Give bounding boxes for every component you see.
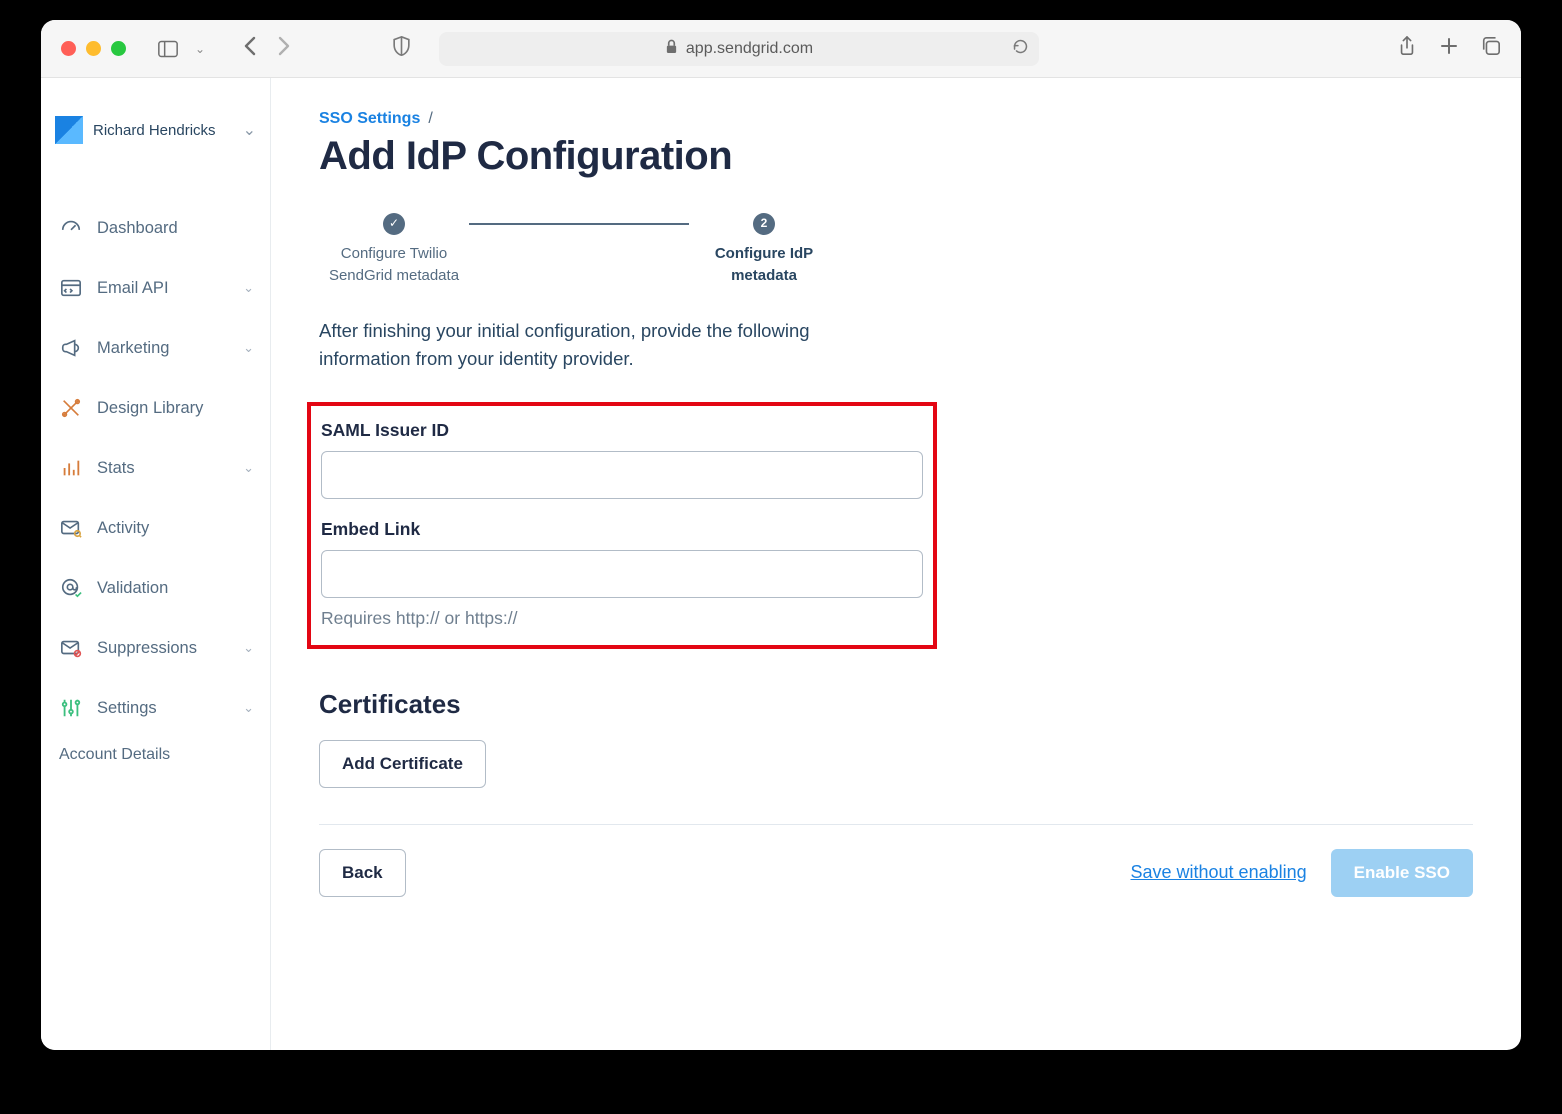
privacy-shield-icon[interactable] <box>392 35 411 62</box>
sidebar-toggle-button[interactable] <box>154 35 182 63</box>
step-number-badge: 2 <box>753 213 775 235</box>
highlight-idp-fields: SAML Issuer ID Embed Link Requires http:… <box>307 402 937 649</box>
sidebar-item-stats[interactable]: Stats ⌄ <box>41 438 270 498</box>
chevron-down-icon: ⌄ <box>243 640 254 656</box>
envelope-search-icon <box>59 516 83 540</box>
intro-text: After finishing your initial configurati… <box>319 317 879 374</box>
lock-icon <box>665 39 678 59</box>
stepper: Configure Twilio SendGrid metadata 2 Con… <box>319 213 839 287</box>
sidebar-item-activity[interactable]: Activity <box>41 498 270 558</box>
bar-chart-icon <box>59 456 83 480</box>
step-1: Configure Twilio SendGrid metadata <box>319 213 469 287</box>
chevron-down-icon: ⌄ <box>243 460 254 476</box>
address-bar[interactable]: app.sendgrid.com <box>439 32 1039 66</box>
check-icon <box>383 213 405 235</box>
design-tools-icon <box>59 396 83 420</box>
sidebar-sublink-account-details[interactable]: Account Details <box>41 738 270 772</box>
sidebar-item-label: Design Library <box>97 399 203 418</box>
close-window-button[interactable] <box>61 41 76 56</box>
minimize-window-button[interactable] <box>86 41 101 56</box>
forward-button[interactable] <box>276 36 292 62</box>
sidebar-item-marketing[interactable]: Marketing ⌄ <box>41 318 270 378</box>
page-title: Add IdP Configuration <box>319 134 1473 179</box>
main-panel: SSO Settings / Add IdP Configuration Con… <box>271 78 1521 1050</box>
add-certificate-button[interactable]: Add Certificate <box>319 740 486 788</box>
back-button[interactable] <box>242 36 258 62</box>
enable-sso-button[interactable]: Enable SSO <box>1331 849 1473 897</box>
step-label-line: Configure IdP <box>715 243 813 265</box>
window-controls <box>61 41 126 56</box>
step-2: 2 Configure IdP metadata <box>689 213 839 287</box>
chevron-down-icon: ⌄ <box>243 280 254 296</box>
breadcrumb-parent-link[interactable]: SSO Settings <box>319 110 420 128</box>
url-host: app.sendgrid.com <box>686 40 813 58</box>
sidebar-item-dashboard[interactable]: Dashboard <box>41 198 270 258</box>
avatar <box>55 116 83 144</box>
sidebar-item-label: Email API <box>97 279 169 298</box>
app-content: Richard Hendricks ⌄ Dashboard Email API … <box>41 78 1521 1050</box>
sidebar-item-label: Marketing <box>97 339 169 358</box>
share-button[interactable] <box>1397 36 1417 61</box>
browser-window: ⌄ app.sendgrid.com <box>41 20 1521 1050</box>
step-label-line: SendGrid metadata <box>329 265 459 287</box>
code-window-icon <box>59 276 83 300</box>
form-footer: Back Save without enabling Enable SSO <box>319 824 1473 927</box>
chevron-down-icon: ⌄ <box>243 340 254 356</box>
field-hint: Requires http:// or https:// <box>321 608 923 629</box>
breadcrumb-separator: / <box>428 110 432 128</box>
saml-issuer-id-input[interactable] <box>321 451 923 499</box>
sliders-icon <box>59 696 83 720</box>
field-label: Embed Link <box>321 519 923 540</box>
sidebar-item-label: Stats <box>97 459 135 478</box>
sidebar-item-label: Suppressions <box>97 639 197 658</box>
titlebar: ⌄ app.sendgrid.com <box>41 20 1521 78</box>
sidebar-item-validation[interactable]: Validation <box>41 558 270 618</box>
step-label-line: Configure Twilio <box>341 243 447 265</box>
breadcrumb: SSO Settings / <box>319 110 1473 128</box>
field-saml-issuer-id: SAML Issuer ID <box>321 420 923 499</box>
sidebar-item-suppressions[interactable]: Suppressions ⌄ <box>41 618 270 678</box>
account-switcher[interactable]: Richard Hendricks ⌄ <box>41 110 270 150</box>
step-connector <box>469 223 689 225</box>
sidebar-menu-chevron-icon[interactable]: ⌄ <box>186 35 214 63</box>
embed-link-input[interactable] <box>321 550 923 598</box>
chevron-down-icon: ⌄ <box>243 120 256 140</box>
sidebar-item-settings[interactable]: Settings ⌄ <box>41 678 270 738</box>
save-without-enabling-link[interactable]: Save without enabling <box>1131 862 1307 883</box>
chevron-down-icon: ⌄ <box>243 700 254 716</box>
sidebar-item-label: Dashboard <box>97 219 178 238</box>
tabs-overview-button[interactable] <box>1481 36 1501 61</box>
envelope-blocked-icon <box>59 636 83 660</box>
sidebar-sublink-label: Account Details <box>59 746 170 763</box>
sidebar-item-label: Settings <box>97 699 157 718</box>
megaphone-icon <box>59 336 83 360</box>
at-check-icon <box>59 576 83 600</box>
sidebar-item-email-api[interactable]: Email API ⌄ <box>41 258 270 318</box>
user-name: Richard Hendricks <box>93 122 216 139</box>
field-label: SAML Issuer ID <box>321 420 923 441</box>
sidebar-item-design-library[interactable]: Design Library <box>41 378 270 438</box>
back-button[interactable]: Back <box>319 849 406 897</box>
field-embed-link: Embed Link Requires http:// or https:// <box>321 519 923 629</box>
new-tab-button[interactable] <box>1439 36 1459 61</box>
step-label-line: metadata <box>731 265 797 287</box>
sidebar: Richard Hendricks ⌄ Dashboard Email API … <box>41 78 271 1050</box>
certificates-heading: Certificates <box>319 689 1473 720</box>
sidebar-item-label: Validation <box>97 579 168 598</box>
maximize-window-button[interactable] <box>111 41 126 56</box>
gauge-icon <box>59 216 83 240</box>
sidebar-item-label: Activity <box>97 519 149 538</box>
reload-button[interactable] <box>1012 38 1029 60</box>
